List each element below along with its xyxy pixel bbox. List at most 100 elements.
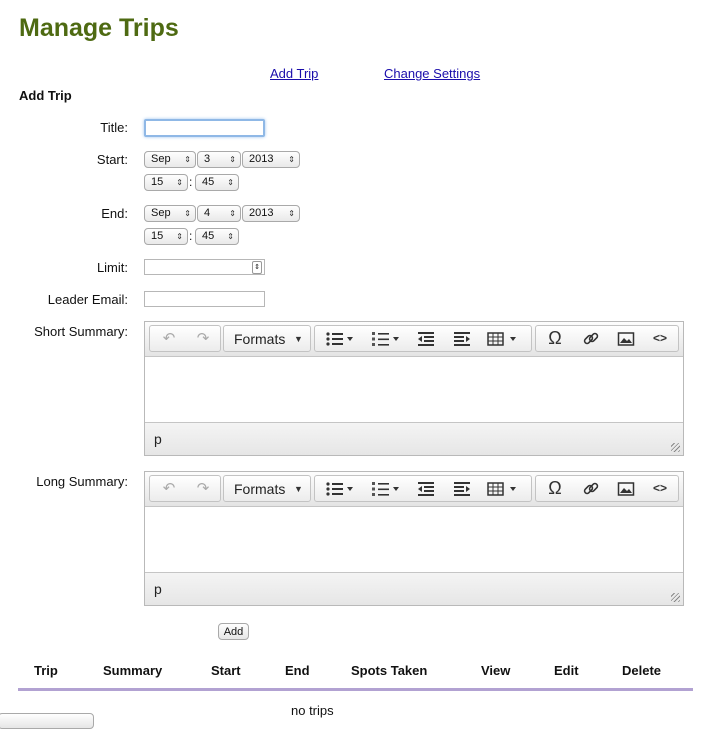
table-header-rule [18, 688, 693, 691]
empty-table-message: no trips [291, 703, 334, 718]
start-hour-select[interactable]: 15 ⇕ [144, 174, 188, 191]
bullet-list-icon[interactable] [319, 476, 359, 501]
editor-toolbar: ↶ ↷ Formats ▼ Ω <> [145, 472, 683, 507]
end-hour-select[interactable]: 15 ⇕ [144, 228, 188, 245]
link-icon[interactable] [574, 326, 608, 351]
header-delete: Delete [622, 663, 662, 678]
table-icon[interactable] [481, 476, 527, 501]
select-arrow-icon: ⇕ [227, 232, 234, 241]
end-day-select[interactable]: 4 ⇕ [197, 205, 241, 222]
end-day-value: 4 [204, 207, 211, 219]
select-arrow-icon: ⇕ [288, 155, 295, 164]
editor-toolbar: ↶ ↷ Formats ▼ Ω <> [145, 322, 683, 357]
leader-email-label: Leader Email: [47, 292, 128, 307]
chevron-down-icon: ▼ [294, 334, 303, 344]
long-summary-label: Long Summary: [36, 474, 128, 489]
bullet-list-icon[interactable] [319, 326, 359, 351]
formats-dropdown[interactable]: Formats ▼ [223, 325, 311, 352]
end-year-select[interactable]: 2013 ⇕ [242, 205, 300, 222]
editor-statusbar: p [145, 572, 683, 605]
page-title: Manage Trips [19, 14, 179, 42]
table-icon[interactable] [481, 326, 527, 351]
limit-input[interactable]: ⇕ [144, 259, 265, 275]
start-label: Start: [96, 152, 128, 167]
start-day-value: 3 [204, 153, 211, 165]
insert-group: Ω <> [535, 475, 679, 502]
time-colon: : [189, 175, 193, 189]
select-arrow-icon: ⇕ [176, 232, 183, 241]
header-end: End [285, 663, 310, 678]
code-icon[interactable]: <> [643, 326, 677, 351]
omega-icon[interactable]: Ω [538, 326, 572, 351]
end-month-select[interactable]: Sep ⇕ [144, 205, 196, 222]
select-arrow-icon: ⇕ [288, 209, 295, 218]
header-spots-taken: Spots Taken [351, 663, 428, 678]
indent-icon[interactable] [445, 476, 479, 501]
undo-icon[interactable]: ↶ [152, 326, 186, 351]
short-summary-label: Short Summary: [34, 324, 128, 339]
omega-icon[interactable]: Ω [538, 476, 572, 501]
title-input[interactable] [144, 119, 265, 137]
end-label: End: [101, 206, 128, 221]
select-arrow-icon: ⇕ [229, 155, 236, 164]
time-colon: : [189, 229, 193, 243]
start-minute-value: 45 [202, 176, 215, 188]
select-arrow-icon: ⇕ [176, 178, 183, 187]
long-summary-editor[interactable]: ↶ ↷ Formats ▼ Ω <> p [144, 471, 684, 606]
partial-button[interactable] [0, 713, 94, 729]
resize-handle[interactable] [671, 593, 680, 602]
header-trip: Trip [34, 663, 58, 678]
image-icon[interactable] [609, 476, 643, 501]
add-trip-link[interactable]: Add Trip [270, 66, 318, 81]
start-month-select[interactable]: Sep ⇕ [144, 151, 196, 168]
outdent-icon[interactable] [409, 326, 443, 351]
formats-dropdown[interactable]: Formats ▼ [223, 475, 311, 502]
select-arrow-icon: ⇕ [184, 155, 191, 164]
select-arrow-icon: ⇕ [227, 178, 234, 187]
chevron-down-icon: ▼ [294, 484, 303, 494]
header-start: Start [211, 663, 241, 678]
start-minute-select[interactable]: 45 ⇕ [195, 174, 239, 191]
formats-label: Formats [234, 481, 286, 497]
history-group: ↶ ↷ [149, 475, 221, 502]
header-summary: Summary [103, 663, 163, 678]
start-year-select[interactable]: 2013 ⇕ [242, 151, 300, 168]
formats-label: Formats [234, 331, 286, 347]
list-table-group [314, 325, 532, 352]
start-day-select[interactable]: 3 ⇕ [197, 151, 241, 168]
end-minute-select[interactable]: 45 ⇕ [195, 228, 239, 245]
start-month-value: Sep [151, 153, 171, 165]
link-icon[interactable] [574, 476, 608, 501]
indent-icon[interactable] [445, 326, 479, 351]
section-heading: Add Trip [19, 88, 72, 103]
short-summary-editor[interactable]: ↶ ↷ Formats ▼ Ω <> p [144, 321, 684, 456]
redo-icon[interactable]: ↷ [186, 476, 220, 501]
leader-email-input[interactable] [144, 291, 265, 307]
undo-icon[interactable]: ↶ [152, 476, 186, 501]
select-arrow-icon: ⇕ [184, 209, 191, 218]
start-year-value: 2013 [249, 153, 274, 165]
spinner-icon[interactable]: ⇕ [252, 261, 262, 274]
outdent-icon[interactable] [409, 476, 443, 501]
insert-group: Ω <> [535, 325, 679, 352]
code-icon[interactable]: <> [643, 476, 677, 501]
end-hour-value: 15 [151, 230, 164, 242]
numbered-list-icon[interactable] [365, 476, 405, 501]
numbered-list-icon[interactable] [365, 326, 405, 351]
end-month-value: Sep [151, 207, 171, 219]
limit-label: Limit: [96, 260, 128, 275]
image-icon[interactable] [609, 326, 643, 351]
redo-icon[interactable]: ↷ [186, 326, 220, 351]
resize-handle[interactable] [671, 443, 680, 452]
list-table-group [314, 475, 532, 502]
element-path[interactable]: p [154, 431, 162, 447]
header-edit: Edit [554, 663, 579, 678]
element-path[interactable]: p [154, 581, 162, 597]
title-label: Title: [100, 120, 128, 135]
add-button[interactable]: Add [218, 623, 249, 640]
start-hour-value: 15 [151, 176, 164, 188]
history-group: ↶ ↷ [149, 325, 221, 352]
header-view: View [481, 663, 511, 678]
select-arrow-icon: ⇕ [229, 209, 236, 218]
change-settings-link[interactable]: Change Settings [384, 66, 480, 81]
